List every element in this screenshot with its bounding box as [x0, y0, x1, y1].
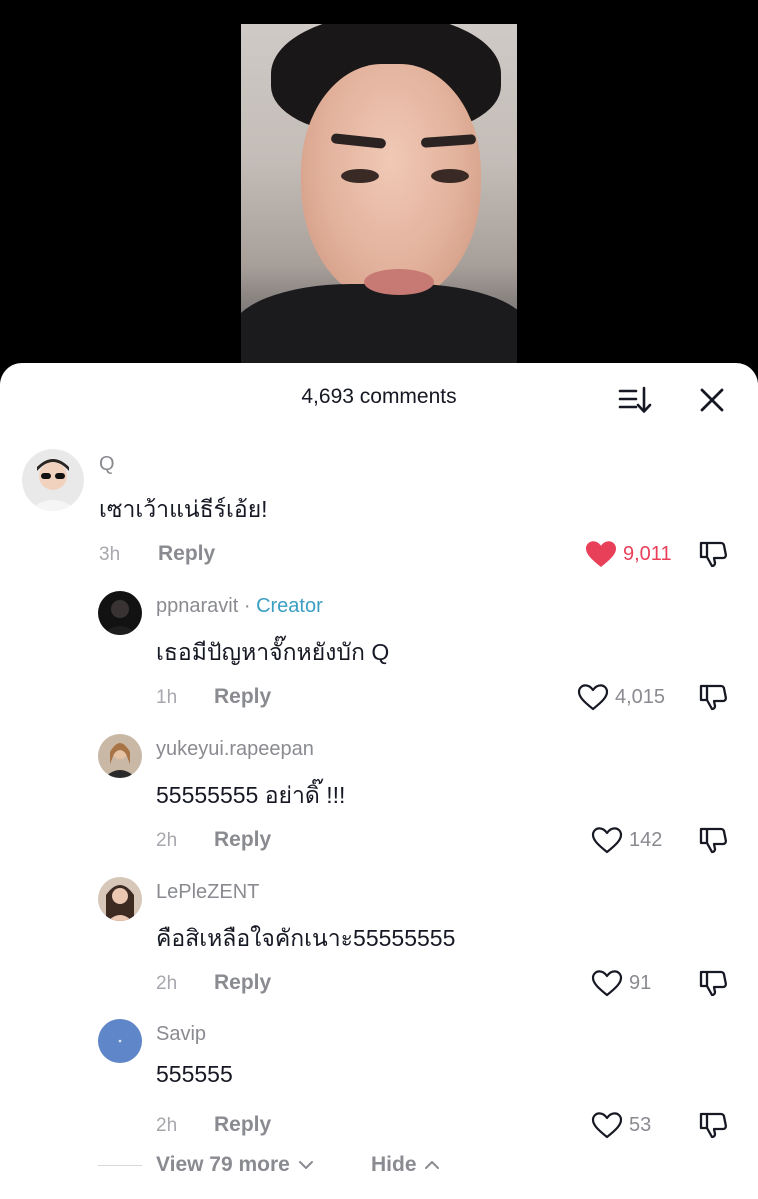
- avatar[interactable]: [98, 734, 142, 778]
- comments-header: 4,693 comments: [0, 363, 758, 433]
- comment-reply-item: ppnaravit · Creator เธอมีปัญหาจั๊กหยังบั…: [0, 591, 758, 721]
- chevron-up-icon: [425, 1161, 440, 1169]
- video-jacket-shape: [241, 284, 517, 369]
- video-lips: [364, 269, 434, 295]
- video-thumbnail[interactable]: [241, 24, 517, 369]
- like-count: 91: [629, 971, 652, 994]
- comment-reply-item: yukeyui.rapeepan 55555555 อย่าดิ๊ !!! 2h…: [0, 734, 758, 864]
- like-count: 142: [629, 828, 663, 851]
- comment-text: เธอมีปัญหาจั๊กหยังบัก Q: [156, 639, 390, 665]
- hide-label: Hide: [371, 1153, 417, 1176]
- replies-controls: View 79 more Hide: [0, 1151, 758, 1191]
- reply-button[interactable]: Reply: [214, 1113, 271, 1137]
- dislike-button[interactable]: [698, 825, 728, 855]
- thumbs-down-icon: [699, 1112, 728, 1139]
- sort-button[interactable]: [618, 385, 652, 415]
- replies-divider: [98, 1165, 142, 1166]
- avatar[interactable]: [98, 877, 142, 921]
- avatar[interactable]: [22, 449, 84, 511]
- like-button[interactable]: 53: [591, 1111, 651, 1139]
- thumbs-down-icon: [699, 684, 728, 711]
- reply-button[interactable]: Reply: [214, 685, 271, 709]
- creator-badge: Creator: [256, 595, 323, 617]
- comment-time: 2h: [156, 973, 178, 994]
- comment-username[interactable]: Savip: [156, 1023, 206, 1046]
- close-icon: [700, 388, 724, 412]
- heart-outline-icon: [591, 827, 623, 854]
- comment-reply-item: LePleZENT คือสิเหลือใจคักเนาะ55555555 2h…: [0, 877, 758, 1007]
- comments-panel: 4,693 comments Q เซาเว้าแน่ธีร์เอ้ย! 3h …: [0, 363, 758, 1199]
- avatar[interactable]: [98, 591, 142, 635]
- like-count: 53: [629, 1113, 652, 1136]
- comment-text: 555555: [156, 1061, 233, 1087]
- chevron-down-icon: [298, 1161, 313, 1169]
- comment-text: เซาเว้าแน่ธีร์เอ้ย!: [99, 496, 268, 522]
- comment-item: Q เซาเว้าแน่ธีร์เอ้ย! 3h Reply 9,011: [0, 447, 758, 579]
- username-separator: ·: [238, 595, 257, 617]
- comment-time: 2h: [156, 830, 178, 851]
- thumbs-down-icon: [699, 970, 728, 997]
- hide-replies-button[interactable]: Hide: [371, 1153, 440, 1177]
- reply-button[interactable]: Reply: [214, 971, 271, 995]
- like-button[interactable]: 4,015: [577, 683, 665, 711]
- username-text[interactable]: ppnaravit: [156, 595, 238, 617]
- like-count: 4,015: [615, 685, 666, 708]
- dislike-button[interactable]: [698, 968, 728, 998]
- like-count: 9,011: [623, 542, 672, 565]
- dislike-button[interactable]: [698, 1110, 728, 1140]
- sort-icon: [618, 386, 652, 413]
- heart-outline-icon: [591, 970, 623, 997]
- comment-username[interactable]: Q: [99, 453, 115, 476]
- close-button[interactable]: [697, 385, 727, 415]
- video-player[interactable]: [0, 0, 758, 380]
- thumbs-down-icon: [699, 541, 728, 568]
- video-face-shape: [301, 64, 481, 304]
- comment-text: 55555555 อย่าดิ๊ !!!: [156, 782, 346, 808]
- comment-time: 1h: [156, 687, 178, 708]
- comment-time: 2h: [156, 1115, 178, 1136]
- thumbs-down-icon: [699, 827, 728, 854]
- reply-button[interactable]: Reply: [158, 542, 215, 566]
- reply-button[interactable]: Reply: [214, 828, 271, 852]
- comment-reply-item: Savip 555555 2h Reply 53: [0, 1019, 758, 1149]
- video-eye-right: [431, 169, 469, 183]
- heart-filled-icon: [586, 541, 616, 567]
- dislike-button[interactable]: [698, 539, 728, 569]
- comment-text: คือสิเหลือใจคักเนาะ55555555: [156, 925, 456, 951]
- like-button[interactable]: 142: [591, 826, 662, 854]
- heart-outline-icon: [591, 1112, 623, 1139]
- avatar[interactable]: [98, 1019, 142, 1063]
- comment-username[interactable]: yukeyui.rapeepan: [156, 738, 314, 761]
- comment-username[interactable]: ppnaravit · Creator: [156, 595, 323, 618]
- like-button[interactable]: 91: [591, 969, 651, 997]
- dislike-button[interactable]: [698, 682, 728, 712]
- view-more-label: View 79 more: [156, 1153, 290, 1176]
- view-more-replies-button[interactable]: View 79 more: [156, 1153, 314, 1177]
- comment-time: 3h: [99, 544, 121, 565]
- heart-outline-icon: [577, 684, 609, 711]
- video-eye-left: [341, 169, 379, 183]
- comment-username[interactable]: LePleZENT: [156, 881, 259, 904]
- like-button[interactable]: 9,011: [585, 540, 672, 568]
